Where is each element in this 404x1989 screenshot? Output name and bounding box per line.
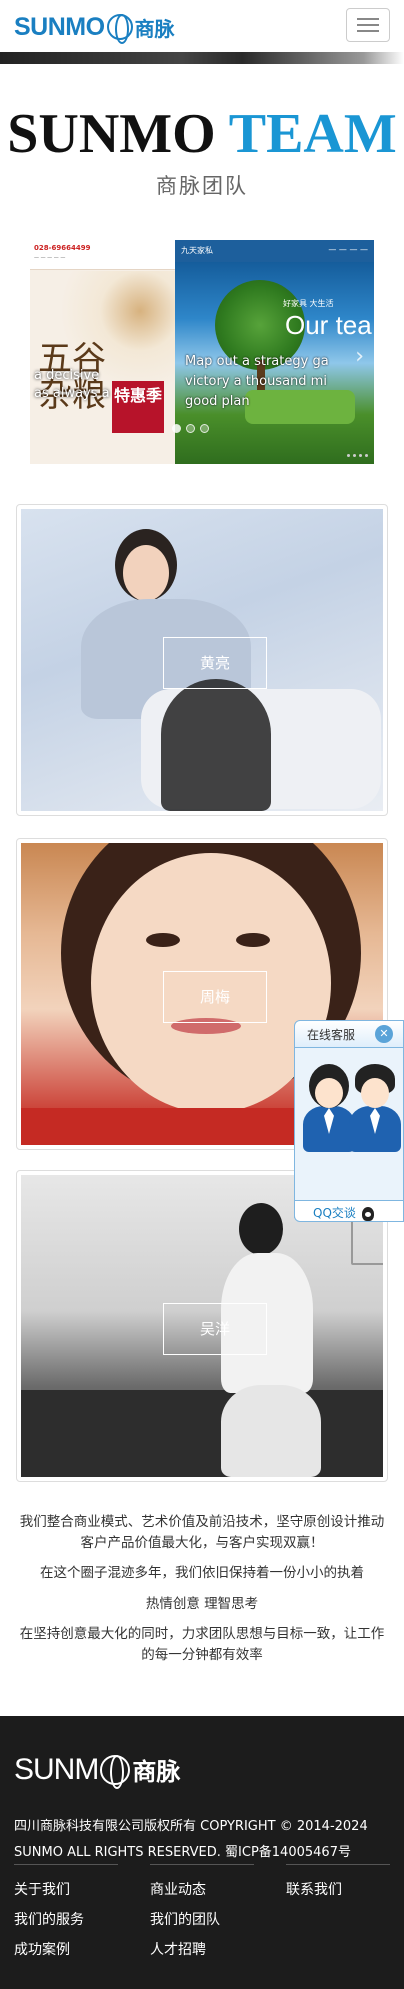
qq-chat-button[interactable]: QQ交谈 — [294, 1200, 404, 1222]
logo-text: SUNMO — [14, 12, 105, 41]
slide-brand: 九天家私 — [181, 246, 213, 255]
qq-chat-label: QQ交谈 — [313, 1206, 356, 1220]
slide-tagline: 好家具 大生活 — [283, 299, 334, 308]
slider-dot[interactable] — [186, 424, 195, 433]
chevron-right-icon[interactable]: › — [355, 344, 364, 369]
slide-pager — [347, 454, 368, 457]
site-logo[interactable]: SUNMO 商脉 — [14, 12, 175, 44]
footer-link-news[interactable]: 商业动态 — [150, 1875, 254, 1905]
footer-link-contact[interactable]: 联系我们 — [286, 1875, 390, 1905]
about-paragraph: 我们整合商业模式、艺术价值及前沿技术，坚守原创设计推动客户产品价值最大化，与客户… — [19, 1514, 385, 1551]
slide-phone: 028-69664499 — [34, 244, 91, 252]
online-service-title: 在线客服 — [307, 1028, 356, 1042]
person-face — [123, 545, 169, 601]
slide-site-header: 028-69664499 — — — — — — [30, 240, 175, 270]
footer-link-about[interactable]: 关于我们 — [14, 1875, 118, 1905]
person-eye-left — [146, 933, 180, 947]
team-member-name[interactable]: 周梅 — [163, 971, 267, 1023]
menu-toggle-button[interactable] — [346, 8, 390, 42]
copyright: 四川商脉科技有限公司版权所有 COPYRIGHT © 2014-2024 SUN… — [14, 1814, 394, 1866]
about-paragraph: 在这个圈子混迹多年，我们依旧保持着一份小小的执着 — [40, 1565, 364, 1581]
person-eye-right — [236, 933, 270, 947]
footer-column: 商业动态 我们的团队 人才招聘 — [150, 1864, 254, 1965]
slide-caption-right: Map out a strategy ga victory a thousand… — [185, 354, 329, 409]
online-service-widget[interactable]: 在线客服 ✕ QQ交谈 — [294, 1020, 404, 1222]
slider-dot[interactable] — [172, 424, 181, 433]
copyright-line: 四川商脉科技有限公司版权所有 COPYRIGHT © 2014-2024 — [14, 1819, 368, 1834]
footer-link-services[interactable]: 我们的服务 — [14, 1905, 118, 1935]
footer-link-team[interactable]: 我们的团队 — [150, 1905, 254, 1935]
team-member-name[interactable]: 吴洋 — [163, 1303, 267, 1355]
slider-dots — [172, 424, 209, 433]
portfolio-slider[interactable]: 028-69664499 — — — — — 五谷 杂粮 特惠季 a decis… — [30, 240, 374, 464]
footer-links: 关于我们 我们的服务 成功案例 商业动态 我们的团队 人才招聘 联系我们 — [14, 1864, 390, 1965]
service-agents-image — [294, 1048, 404, 1218]
hamburger-icon-line — [357, 30, 379, 32]
slide-badge: 特惠季 — [112, 381, 164, 433]
footer-column: 联系我们 — [286, 1864, 390, 1965]
footer-link-cases[interactable]: 成功案例 — [14, 1935, 118, 1965]
footer-logo-text: SUNM — [14, 1752, 99, 1786]
slide-nav: — — — — — — [34, 255, 66, 261]
site-header: SUNMO 商脉 — [0, 0, 404, 52]
about-paragraph: 热情创意 理智思考 — [145, 1596, 259, 1612]
team-photo: 黄亮 — [21, 509, 383, 811]
person-shorts — [221, 1385, 321, 1477]
globe-icon — [100, 1754, 131, 1789]
slider-dot[interactable] — [200, 424, 209, 433]
slide-grain-site[interactable]: 028-69664499 — — — — — 五谷 杂粮 特惠季 a decis… — [30, 240, 175, 464]
title-sunmo: SUNMO — [7, 103, 216, 165]
team-card[interactable]: 黄亮 — [16, 504, 388, 816]
title-team: TEAM — [228, 103, 397, 165]
slide-caption-left: a decisive as always a — [34, 368, 110, 401]
chair — [161, 679, 271, 811]
footer-logo-chinese: 商脉 — [132, 1758, 181, 1786]
about-paragraph: 在坚持创意最大化的同时，力求团队思想与目标一致，让工作的每一分钟都有效率 — [19, 1626, 385, 1663]
footer-column: 关于我们 我们的服务 成功案例 — [14, 1864, 118, 1965]
footer-logo[interactable]: SUNM 商脉 — [14, 1752, 181, 1789]
team-member-name[interactable]: 黄亮 — [163, 637, 267, 689]
hamburger-icon-line — [357, 24, 379, 26]
logo-chinese: 商脉 — [134, 16, 175, 41]
qq-penguin-icon — [361, 1206, 374, 1221]
close-icon[interactable]: ✕ — [375, 1025, 393, 1043]
slide-nav-items: — — — — — [328, 245, 368, 254]
page-subtitle: 商脉团队 — [156, 174, 248, 198]
person-head — [239, 1203, 283, 1255]
icp-line: SUNMO ALL RIGHTS RESERVED. 蜀ICP备14005467… — [14, 1845, 351, 1860]
basketball-hoop — [351, 1215, 383, 1265]
online-service-header: 在线客服 ✕ — [294, 1020, 404, 1048]
globe-icon — [106, 14, 133, 44]
slide-site-nav: 九天家私 — — — — — [175, 240, 374, 262]
slide-artwork: 五谷 杂粮 特惠季 a decisive as always a — [30, 271, 175, 433]
footer-link-jobs[interactable]: 人才招聘 — [150, 1935, 254, 1965]
slide-headline: Our tea — [285, 310, 372, 340]
site-footer: SUNM 商脉 四川商脉科技有限公司版权所有 COPYRIGHT © 2014-… — [0, 1716, 404, 1989]
page-title: SUNMO TEAM — [0, 104, 404, 164]
crowd-background — [21, 1390, 383, 1477]
hamburger-icon — [357, 18, 379, 20]
header-stripe — [0, 52, 404, 64]
